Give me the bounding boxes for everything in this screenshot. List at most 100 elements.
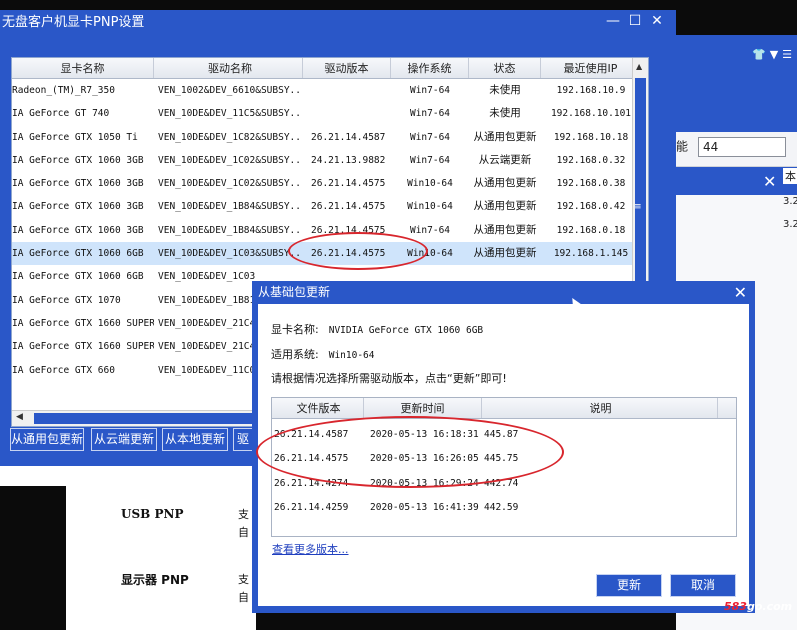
- update-from-cloud-button[interactable]: 从云端更新: [91, 428, 157, 451]
- cell-status: 从通用包更新: [473, 247, 537, 260]
- cell-name: IA GeForce GTX 1660 SUPER: [12, 317, 154, 329]
- toolbar-icons[interactable]: 👕▼☰: [752, 48, 796, 61]
- cell-status: 未使用: [489, 107, 521, 120]
- watermark-prefix: 583: [724, 600, 747, 613]
- dialog-title: 从基础包更新: [258, 285, 331, 299]
- cell-status: 从通用包更新: [473, 130, 537, 143]
- gpu-table-header: 显卡名称 驱动名称 驱动版本 操作系统 状态 最近使用IP: [12, 58, 648, 79]
- cell-name: IA GeForce GTX 1060 3GB: [12, 154, 144, 166]
- card-name-label: 显卡名称:: [271, 323, 319, 336]
- cell-version: [303, 102, 391, 125]
- driver-button[interactable]: 驱: [233, 428, 253, 451]
- cell-name: Radeon_(TM)_R7_350: [12, 85, 115, 96]
- dialog-hint: 请根据情况选择所需驱动版本，点击“更新”即可!: [271, 372, 507, 385]
- cell-ip: 192.168.0.42: [556, 201, 626, 213]
- col-update-time[interactable]: 更新时间: [364, 398, 482, 418]
- version-row[interactable]: 26.21.14.4259 2020-05-13 16:41:39 442.59: [272, 496, 736, 520]
- col-os[interactable]: 操作系统: [391, 58, 469, 78]
- cell-driver: VEN_10DE&DEV_1B84&SUBSY...: [158, 201, 303, 213]
- cell-ip: 192.168.10.18: [553, 131, 629, 143]
- cell-name: IA GeForce GTX 1060 6GB: [12, 271, 144, 283]
- table-row[interactable]: IA GeForce GT 740 VEN_10DE&DEV_11C5&SUBSY…: [12, 102, 648, 125]
- cell-name: IA GeForce GTX 1060 3GB: [12, 178, 144, 190]
- col-file-version[interactable]: 文件版本: [272, 398, 364, 418]
- cell-ip: 192.168.0.38: [556, 178, 626, 190]
- card-name-row: 显卡名称: NVIDIA GeForce GTX 1060 6GB: [271, 321, 483, 337]
- table-row[interactable]: IA GeForce GTX 1060 3GB VEN_10DE&DEV_1C02…: [12, 149, 648, 172]
- cell-ip: 192.168.0.32: [556, 154, 626, 166]
- background-column-label: 本: [783, 168, 797, 184]
- col-status[interactable]: 状态: [469, 58, 541, 78]
- dialog-close-icon[interactable]: ✕: [734, 283, 747, 302]
- background-settings-panel: [66, 466, 256, 630]
- usb-pnp-desc: 支: [238, 508, 249, 521]
- scroll-up-icon[interactable]: ▲: [636, 62, 642, 71]
- cell-version: [303, 79, 391, 102]
- col-last-ip[interactable]: 最近使用IP: [541, 58, 641, 78]
- os-value: Win10-64: [328, 350, 375, 361]
- col-driver-name[interactable]: 驱动名称: [154, 58, 303, 78]
- col-notes[interactable]: 说明: [482, 398, 718, 418]
- filter-select[interactable]: 44: [698, 137, 787, 157]
- update-from-local-button[interactable]: 从本地更新: [162, 428, 228, 451]
- scroll-left-icon[interactable]: ◀: [16, 412, 23, 422]
- watermark-suffix: go.com: [746, 600, 793, 613]
- annotation-ellipse: [288, 232, 428, 270]
- cell-name: IA GeForce GT 740: [12, 108, 110, 120]
- table-row[interactable]: Radeon_(TM)_R7_350 VEN_1002&DEV_6610&SUBS…: [12, 79, 648, 102]
- cell-status: 从云端更新: [478, 153, 532, 166]
- hscroll-thumb[interactable]: [34, 413, 264, 424]
- background-panel-strip: [0, 466, 66, 486]
- table-row[interactable]: IA GeForce GTX 1050 Ti VEN_10DE&DEV_1C82&…: [12, 126, 648, 149]
- cell-status: 从通用包更新: [473, 200, 537, 213]
- cell-driver: VEN_10DE&DEV_1C02&SUBSY...: [158, 154, 303, 166]
- version-table-header: 文件版本 更新时间 说明: [272, 398, 736, 419]
- usb-pnp-label: USB PNP: [121, 507, 184, 521]
- table-row[interactable]: IA GeForce GTX 1060 3GB VEN_10DE&DEV_1B84…: [12, 195, 648, 218]
- close-icon[interactable]: ✕: [646, 13, 668, 29]
- cell-version: 26.21.14.4575: [311, 178, 386, 190]
- cell-ip: 192.168.1.145: [553, 248, 629, 260]
- cell-driver: VEN_10DE&DEV_1C03&SUBSY...: [158, 248, 303, 260]
- cancel-button[interactable]: 取消: [670, 574, 736, 597]
- more-versions-link[interactable]: 查看更多版本...: [272, 541, 349, 557]
- cell-name: IA GeForce GTX 1060 3GB: [12, 224, 144, 236]
- col-gpu-name[interactable]: 显卡名称: [12, 58, 154, 78]
- background-close-icon[interactable]: ✕: [763, 172, 776, 191]
- display-pnp-desc: 自: [238, 591, 249, 604]
- cell-os: Win10-64: [407, 201, 453, 213]
- cell-name: IA GeForce GTX 660: [12, 364, 115, 376]
- cell-version: 26.21.14.4575: [311, 201, 386, 213]
- cell-ip: 192.168.0.18: [556, 224, 626, 236]
- minimize-icon[interactable]: —: [602, 13, 624, 29]
- cell-driver: VEN_10DE&DEV_1C82&SUBSY...: [158, 131, 303, 143]
- update-from-common-package-button[interactable]: 从通用包更新: [10, 428, 84, 451]
- cell-status: 从通用包更新: [473, 177, 537, 190]
- cell-driver: VEN_10DE&DEV_1C02&SUBSY...: [158, 178, 303, 190]
- scroll-grip-icon: ≡: [634, 202, 642, 212]
- filter-label: 能: [676, 139, 689, 154]
- background-dialog-header: [676, 167, 797, 195]
- table-row[interactable]: IA GeForce GTX 1060 3GB VEN_10DE&DEV_1C02…: [12, 172, 648, 195]
- cell-driver: VEN_10DE&DEV_11C5&SUBSY...: [158, 108, 303, 120]
- cell-os: Win7-64: [409, 154, 451, 166]
- cell-name: IA GeForce GTX 1070: [12, 294, 121, 306]
- update-button[interactable]: 更新: [596, 574, 662, 597]
- cell-time: 2020-05-13 16:41:39: [370, 502, 479, 514]
- filter-dropdown[interactable]: 能 44: [676, 137, 787, 157]
- col-driver-version[interactable]: 驱动版本: [303, 58, 391, 78]
- usb-pnp-desc: 自: [238, 526, 249, 539]
- watermark: 583go.com: [724, 600, 792, 613]
- os-label: 适用系统:: [271, 348, 319, 361]
- background-cell: 3.2: [783, 219, 797, 230]
- background-cell: 3.2: [783, 196, 797, 207]
- maximize-icon[interactable]: ☐: [624, 13, 646, 29]
- cell-ip: 192.168.10.101: [550, 108, 632, 120]
- cell-status: 未使用: [489, 84, 521, 96]
- cell-os: Win7-64: [409, 131, 451, 143]
- cell-name: IA GeForce GTX 1060 6GB: [12, 248, 144, 260]
- annotation-ellipse: [256, 416, 564, 488]
- card-name-value: NVIDIA GeForce GTX 1060 6GB: [328, 325, 484, 336]
- window-title: 无盘客户机显卡PNP设置: [2, 15, 145, 30]
- cell-name: IA GeForce GTX 1660 SUPER: [12, 341, 154, 353]
